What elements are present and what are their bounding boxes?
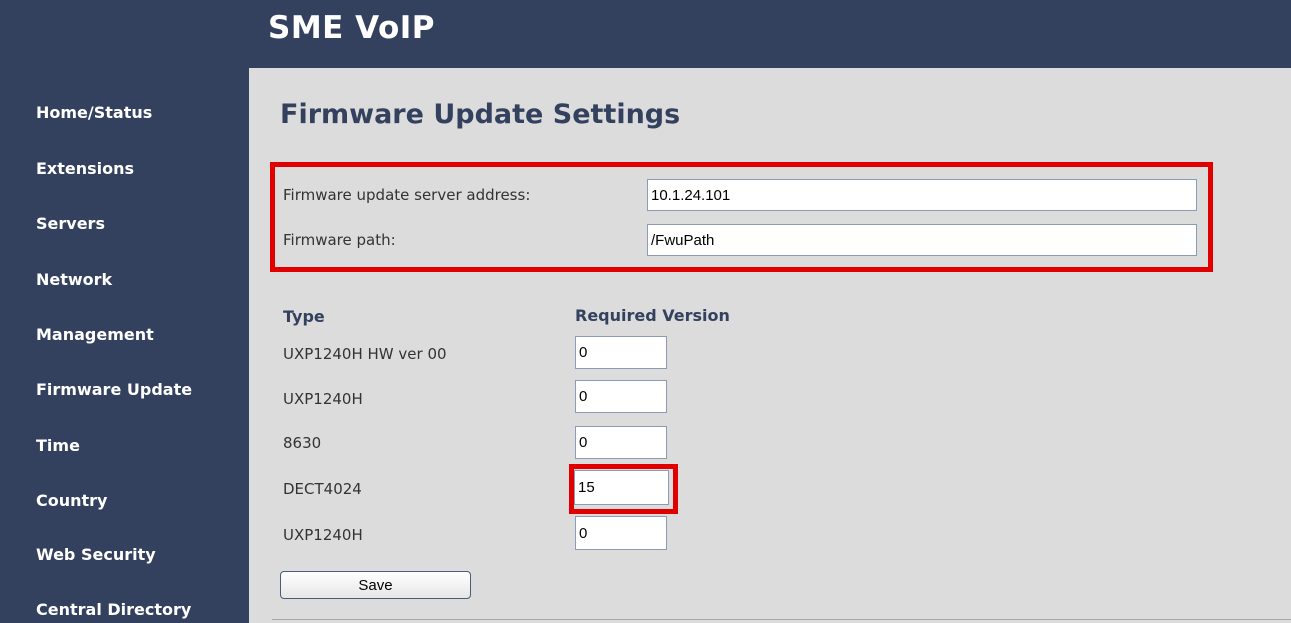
page-title: Firmware Update Settings	[280, 99, 681, 130]
required-version-input[interactable]	[574, 470, 669, 505]
device-type-label: UXP1240H	[283, 390, 363, 408]
divider	[272, 619, 1291, 620]
sidebar-item-management[interactable]: Management	[36, 325, 154, 344]
sidebar	[0, 68, 249, 623]
required-version-input[interactable]	[575, 336, 667, 369]
required-version-column-header: Required Version	[575, 306, 730, 325]
sidebar-item-network[interactable]: Network	[36, 270, 112, 289]
sidebar-item-servers[interactable]: Servers	[36, 214, 105, 233]
server-address-label: Firmware update server address:	[283, 186, 531, 204]
required-version-input[interactable]	[575, 380, 667, 413]
device-type-label: DECT4024	[283, 480, 362, 498]
sidebar-item-firmware-update[interactable]: Firmware Update	[36, 380, 192, 399]
sidebar-item-time[interactable]: Time	[36, 436, 80, 455]
sidebar-item-country[interactable]: Country	[36, 491, 107, 510]
sidebar-item-web-security[interactable]: Web Security	[36, 545, 156, 564]
save-button[interactable]: Save	[280, 571, 471, 599]
server-address-input[interactable]	[647, 179, 1197, 211]
device-type-label: UXP1240H	[283, 526, 363, 544]
required-version-input[interactable]	[575, 426, 667, 459]
app-header: SME VoIP	[0, 0, 1291, 68]
sidebar-item-home-status[interactable]: Home/Status	[36, 103, 152, 122]
device-type-label: UXP1240H HW ver 00	[283, 345, 447, 363]
app-title: SME VoIP	[268, 10, 435, 46]
firmware-path-label: Firmware path:	[283, 231, 396, 249]
device-type-label: 8630	[283, 434, 322, 452]
required-version-input[interactable]	[575, 516, 667, 550]
firmware-path-input[interactable]	[647, 224, 1197, 256]
sidebar-item-extensions[interactable]: Extensions	[36, 159, 134, 178]
sidebar-item-central-directory[interactable]: Central Directory	[36, 600, 191, 619]
type-column-header: Type	[283, 307, 325, 326]
